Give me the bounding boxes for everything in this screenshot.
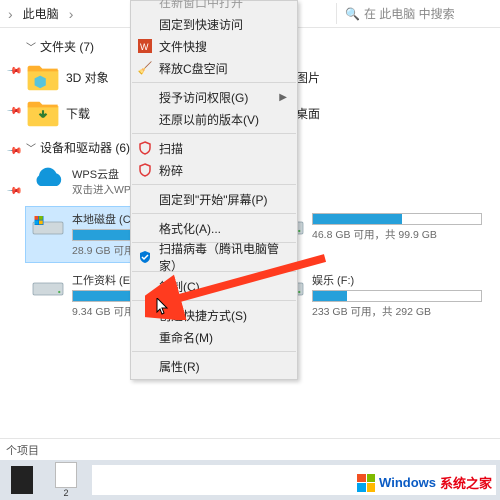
menu-item[interactable]: 固定到"开始"屏幕(P) <box>131 188 297 210</box>
menu-item-label: 固定到"开始"屏幕(P) <box>159 191 268 208</box>
pin-icon: 📌 <box>6 63 23 80</box>
menu-item[interactable]: 还原以前的版本(V) <box>131 108 297 130</box>
menu-item-label: 文件快搜 <box>159 38 207 55</box>
drive-subtext: 233 GB 可用，共 292 GB <box>312 304 482 319</box>
shield-icon <box>137 140 153 156</box>
watermark-brand: Windows <box>379 475 436 490</box>
folder-label: 桌面 <box>296 105 320 122</box>
search-icon: 🔍 <box>345 7 360 21</box>
status-bar: 个项目 <box>0 438 500 460</box>
watermark: Windows 系统之家 <box>357 473 492 492</box>
menu-item[interactable]: 属性(R) <box>131 355 297 377</box>
menu-separator <box>132 133 296 134</box>
drive-icon <box>30 272 66 300</box>
search-placeholder: 在 此电脑 中搜索 <box>364 5 455 22</box>
nav-forward-icon[interactable]: › <box>4 6 17 22</box>
pin-icon: 📌 <box>6 103 23 120</box>
pin-icon: 📌 <box>6 143 23 160</box>
menu-separator <box>132 82 296 83</box>
submenu-arrow-icon: ▶ <box>279 92 287 103</box>
folder-downloads[interactable]: 下载 <box>26 97 136 129</box>
menu-item-label: 创建快捷方式(S) <box>159 307 247 324</box>
menu-item[interactable]: 复制(C) <box>131 275 297 297</box>
folder-label: 3D 对象 <box>66 69 109 86</box>
menu-separator <box>132 184 296 185</box>
menu-item-label: 还原以前的版本(V) <box>159 111 259 128</box>
section-title: 设备和驱动器 (6) <box>40 139 130 156</box>
menu-item[interactable]: 扫描病毒（腾讯电脑管家） <box>131 246 297 268</box>
menu-item[interactable]: 固定到快速访问 <box>131 13 297 35</box>
menu-item[interactable]: 在新窗口中打开 <box>131 0 297 13</box>
shield-icon <box>137 162 153 178</box>
breadcrumb[interactable]: 此电脑 <box>17 5 65 22</box>
taskbar-app[interactable] <box>0 460 44 500</box>
menu-item-label: 扫描病毒（腾讯电脑管家） <box>159 240 287 274</box>
watermark-site: 系统之家 <box>440 473 492 492</box>
menu-separator <box>132 213 296 214</box>
folder-label: 下载 <box>66 105 90 122</box>
menu-item-label: 固定到快速访问 <box>159 16 243 33</box>
svg-text:W: W <box>140 42 149 52</box>
folder-icon <box>26 99 60 127</box>
menu-separator <box>132 351 296 352</box>
broom-icon: 🧹 <box>137 60 153 76</box>
context-menu: 在新窗口中打开固定到快速访问 W 文件快搜 🧹 释放C盘空间授予访问权限(G) ▶ 还原以前… <box>130 0 298 380</box>
menu-item-label: 授予访问权限(G) <box>159 89 248 106</box>
menu-item-label: 重命名(M) <box>159 329 213 346</box>
drive-local-d[interactable]: 46.8 GB 可用，共 99.9 GB <box>266 207 486 262</box>
menu-item[interactable]: 重命名(M) <box>131 326 297 348</box>
folder-3d-objects[interactable]: 3D 对象 <box>26 61 136 93</box>
menu-item-label: 扫描 <box>159 140 183 157</box>
menu-item-label: 格式化(A)... <box>159 220 221 237</box>
search-input[interactable]: 🔍 在 此电脑 中搜索 <box>336 3 496 24</box>
capacity-bar <box>312 213 482 225</box>
windows-logo-icon <box>357 474 375 492</box>
cloud-icon <box>30 166 66 194</box>
taskbar-app[interactable]: 2 <box>44 460 88 500</box>
menu-item-label: 属性(R) <box>159 358 200 375</box>
menu-item[interactable]: 扫描 <box>131 137 297 159</box>
drive-entertain-f[interactable]: 娱乐 (F:) 233 GB 可用，共 292 GB <box>266 268 486 323</box>
taskbar-badge: 2 <box>63 488 68 498</box>
menu-item[interactable]: 授予访问权限(G) ▶ <box>131 86 297 108</box>
menu-item-label: 复制(C) <box>159 278 200 295</box>
chevron-down-icon: ﹀ <box>26 140 36 155</box>
folder-label: 图片 <box>296 69 320 86</box>
cursor-icon <box>156 298 170 316</box>
menu-item[interactable]: 粉碎 <box>131 159 297 181</box>
status-text: 个项目 <box>6 445 39 457</box>
menu-item-label: 在新窗口中打开 <box>159 0 243 11</box>
menu-item[interactable]: 🧹 释放C盘空间 <box>131 57 297 79</box>
folder-icon <box>26 63 60 91</box>
chevron-right-icon[interactable]: › <box>65 6 78 22</box>
drive-label: 娱乐 (F:) <box>312 272 482 288</box>
menu-item[interactable]: W 文件快搜 <box>131 35 297 57</box>
menu-item-label: 释放C盘空间 <box>159 60 228 77</box>
pin-icon: 📌 <box>6 183 23 200</box>
guard-icon <box>137 249 153 265</box>
drive-icon <box>30 211 66 239</box>
capacity-bar <box>312 290 482 302</box>
wps-icon: W <box>137 38 153 54</box>
drive-subtext: 46.8 GB 可用，共 99.9 GB <box>312 227 482 242</box>
menu-item-label: 粉碎 <box>159 162 183 179</box>
section-title: 文件夹 (7) <box>40 38 94 55</box>
chevron-down-icon: ﹀ <box>26 39 36 54</box>
menu-item[interactable]: 格式化(A)... <box>131 217 297 239</box>
